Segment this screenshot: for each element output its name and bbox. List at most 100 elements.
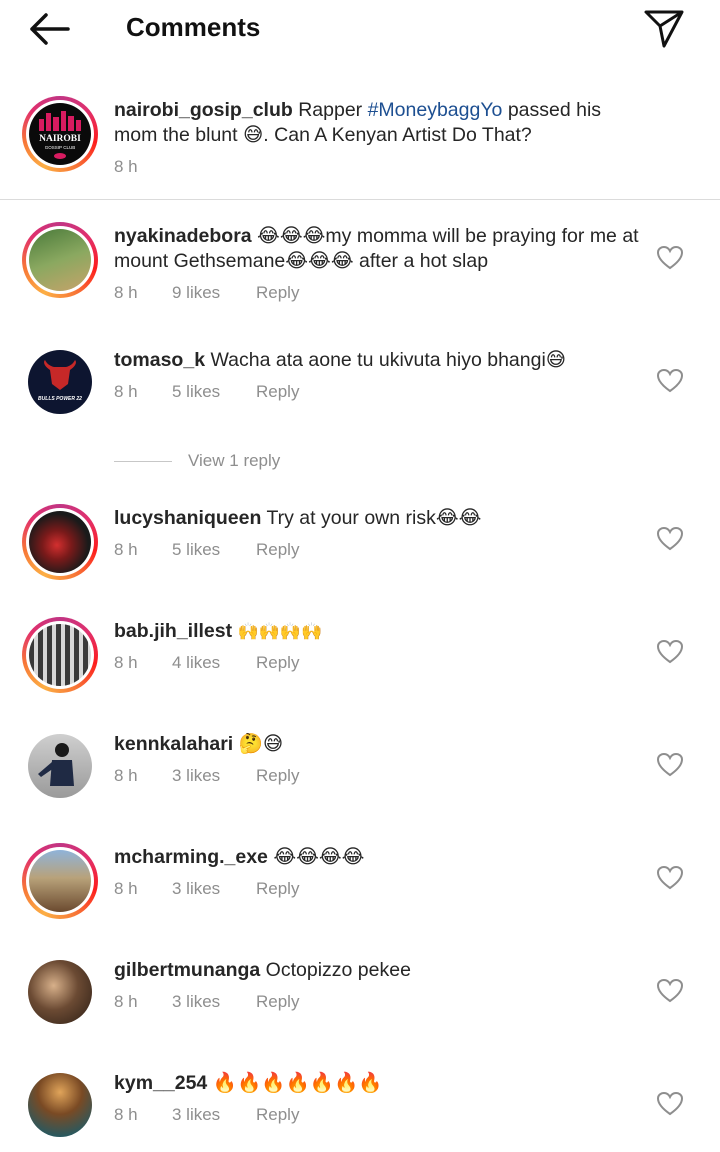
comment-body: 🙌🙌🙌🙌 (232, 622, 323, 642)
heart-icon[interactable] (656, 245, 684, 271)
comment-text: tomaso_k Wacha ata aone tu ukivuta hiyo … (114, 348, 644, 373)
comment-likes[interactable]: 3 likes (172, 879, 256, 899)
comment-meta: 8 h 4 likes Reply (114, 653, 299, 673)
comment-body: 🔥🔥🔥🔥🔥🔥🔥 (207, 1072, 383, 1094)
comment-time: 8 h (114, 1105, 138, 1124)
page-title: Comments (126, 12, 261, 42)
heart-icon[interactable] (656, 978, 684, 1004)
comment-text: lucyshaniqueen Try at your own risk😂😂 (114, 506, 644, 531)
comment-meta: 8 h 3 likes Reply (114, 1105, 299, 1125)
comment-likes[interactable]: 3 likes (172, 766, 256, 786)
comment-time: 8 h (114, 283, 138, 302)
heart-icon[interactable] (656, 1091, 684, 1117)
comment-item: bab.jih_illest 🙌🙌🙌🙌 8 h 4 likes Reply (0, 613, 720, 713)
reply-button[interactable]: Reply (256, 879, 299, 899)
avatar-ring[interactable]: NAIROBI GOSSIP CLUB (22, 96, 98, 172)
avatar (29, 229, 91, 291)
reply-button[interactable]: Reply (256, 382, 299, 402)
caption-text: nairobi_gosip_club Rapper #MoneybaggYo p… (114, 98, 644, 148)
comment-body: 🤔😅 (233, 733, 284, 755)
comment-meta: 8 h 3 likes Reply (114, 879, 299, 899)
comment-time: 8 h (114, 382, 138, 401)
comment-item: kym__254 🔥🔥🔥🔥🔥🔥🔥 8 h 3 likes Reply (0, 1065, 720, 1152)
reply-button[interactable]: Reply (256, 766, 299, 786)
avatar-ring[interactable] (22, 504, 98, 580)
view-replies-button[interactable]: View 1 reply (114, 448, 280, 474)
heart-icon[interactable] (656, 639, 684, 665)
comment-likes[interactable]: 3 likes (172, 1105, 256, 1125)
avatar (29, 850, 91, 912)
top-bar: Comments (0, 0, 720, 58)
avatar: NAIROBI GOSSIP CLUB (29, 103, 91, 165)
heart-icon[interactable] (656, 368, 684, 394)
avatar (29, 624, 91, 686)
comment-likes[interactable]: 5 likes (172, 540, 256, 560)
comment-meta: 8 h 5 likes Reply (114, 382, 299, 402)
comment-item: BULLS POWER 22 tomaso_k Wacha ata aone t… (0, 342, 720, 442)
comment-username[interactable]: mcharming._exe (114, 846, 268, 868)
hashtag-link[interactable]: #MoneybaggYo (368, 99, 503, 121)
comment-text: mcharming._exe 😂😂😂😂 (114, 845, 644, 870)
comment-body: Wacha ata aone tu ukivuta hiyo bhangi😅 (205, 349, 567, 371)
comment-likes[interactable]: 4 likes (172, 653, 256, 673)
heart-icon[interactable] (656, 526, 684, 552)
post-caption: NAIROBI GOSSIP CLUB nairobi_gosip_club R… (0, 92, 720, 200)
comment-time: 8 h (114, 992, 138, 1011)
reply-button[interactable]: Reply (256, 653, 299, 673)
avatar-ring[interactable] (22, 843, 98, 919)
comment-username[interactable]: kennkalahari (114, 733, 233, 755)
arrow-left-icon[interactable] (26, 10, 72, 48)
comment-meta: 8 h 9 likes Reply (114, 283, 299, 303)
avatar-brand-text: BULLS POWER 22 (38, 396, 82, 402)
avatar-ring[interactable] (22, 222, 98, 298)
comment-time: 8 h (114, 879, 138, 898)
heart-icon[interactable] (656, 865, 684, 891)
comment-time: 8 h (114, 653, 138, 672)
replies-divider (114, 460, 172, 462)
caption-meta: 8 h (114, 157, 172, 177)
comment-meta: 8 h 5 likes Reply (114, 540, 299, 560)
comment-text: kennkalahari 🤔😅 (114, 732, 644, 757)
reply-button[interactable]: Reply (256, 1105, 299, 1125)
comment-meta: 8 h 3 likes Reply (114, 766, 299, 786)
avatar[interactable] (28, 1073, 92, 1137)
comment-meta: 8 h 3 likes Reply (114, 992, 299, 1012)
avatar[interactable] (28, 960, 92, 1024)
avatar[interactable]: BULLS POWER 22 (28, 350, 92, 414)
avatar[interactable] (28, 734, 92, 798)
comment-username[interactable]: tomaso_k (114, 349, 205, 371)
comment-text: nyakinadebora 😂😂😂my momma will be prayin… (114, 224, 644, 274)
reply-button[interactable]: Reply (256, 540, 299, 560)
comment-text: bab.jih_illest 🙌🙌🙌🙌 (114, 619, 644, 645)
comment-item: nyakinadebora 😂😂😂my momma will be prayin… (0, 218, 720, 318)
comment-body: Octopizzo pekee (260, 959, 411, 981)
comment-body: Try at your own risk😂😂 (261, 507, 482, 529)
comment-item: lucyshaniqueen Try at your own risk😂😂 8 … (0, 500, 720, 600)
reply-button[interactable]: Reply (256, 283, 299, 303)
heart-icon[interactable] (656, 752, 684, 778)
comment-text: kym__254 🔥🔥🔥🔥🔥🔥🔥 (114, 1071, 644, 1096)
comment-likes[interactable]: 5 likes (172, 382, 256, 402)
caption-username[interactable]: nairobi_gosip_club (114, 99, 293, 121)
comment-username[interactable]: bab.jih_illest (114, 620, 232, 642)
comment-text: gilbertmunanga Octopizzo pekee (114, 958, 644, 983)
comment-item: mcharming._exe 😂😂😂😂 8 h 3 likes Reply (0, 839, 720, 939)
avatar-brand-text: NAIROBI (39, 134, 81, 144)
comment-likes[interactable]: 3 likes (172, 992, 256, 1012)
comment-item: kennkalahari 🤔😅 8 h 3 likes Reply (0, 726, 720, 826)
paper-plane-icon[interactable] (640, 4, 688, 50)
comment-username[interactable]: lucyshaniqueen (114, 507, 261, 529)
comment-time: 8 h (114, 540, 138, 559)
view-replies-label: View 1 reply (188, 451, 281, 470)
reply-button[interactable]: Reply (256, 992, 299, 1012)
avatar-ring[interactable] (22, 617, 98, 693)
avatar-brand-subtext: GOSSIP CLUB (45, 145, 75, 150)
comment-likes[interactable]: 9 likes (172, 283, 256, 303)
comment-username[interactable]: gilbertmunanga (114, 959, 260, 981)
caption-time: 8 h (114, 157, 138, 176)
comment-username[interactable]: nyakinadebora (114, 225, 252, 247)
comment-body: 😂😂😂😂 (267, 846, 365, 868)
caption-text-before: Rapper (292, 99, 368, 121)
comment-username[interactable]: kym__254 (114, 1072, 207, 1094)
comment-item: gilbertmunanga Octopizzo pekee 8 h 3 lik… (0, 952, 720, 1052)
